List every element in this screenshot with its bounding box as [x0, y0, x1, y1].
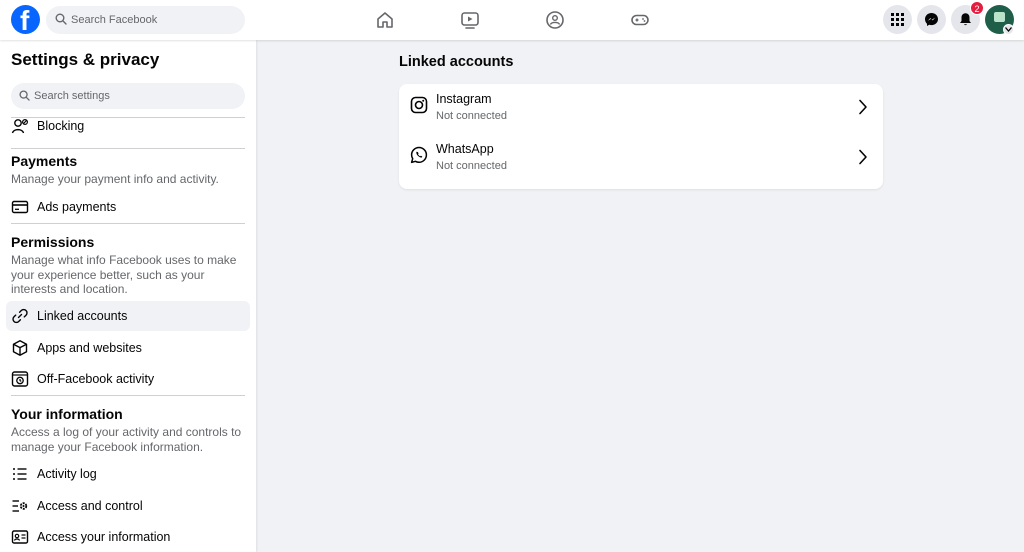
- sidebar-item-label: Blocking: [37, 119, 85, 133]
- linked-accounts-card: Instagram Not connected WhatsApp Not con…: [399, 84, 883, 189]
- sidebar-item-label: Linked accounts: [37, 309, 128, 323]
- sidebar-item-activity-log[interactable]: Activity log: [6, 459, 250, 489]
- gaming-icon[interactable]: [629, 9, 651, 31]
- history-icon: [11, 371, 29, 387]
- sidebar-item-label: Apps and websites: [37, 341, 142, 355]
- payments-section-title: Payments: [11, 153, 78, 169]
- settings-list-icon: [12, 500, 28, 512]
- whatsapp-icon: [410, 146, 428, 164]
- top-navigation-bar: f 2: [0, 0, 1024, 40]
- sidebar-item-ads-payments[interactable]: Ads payments: [6, 192, 250, 222]
- sidebar-item-label: Off-Facebook activity: [37, 372, 155, 386]
- search-facebook-box[interactable]: [46, 6, 245, 34]
- list-icon: [13, 468, 27, 480]
- notifications-icon: [960, 13, 971, 26]
- account-name: WhatsApp: [436, 142, 494, 156]
- avatar-image: [994, 12, 1005, 22]
- account-status: Not connected: [436, 160, 507, 172]
- chevron-down-icon: [1005, 27, 1012, 32]
- your-information-section-description: Access a log of your activity and contro…: [11, 425, 242, 454]
- notification-count-badge: 2: [970, 1, 984, 15]
- home-icon[interactable]: [374, 9, 396, 31]
- payments-section-description: Manage your payment info and activity.: [11, 172, 219, 186]
- cube-icon: [12, 340, 28, 356]
- sidebar-item-access-your-information[interactable]: Access your information: [6, 522, 250, 552]
- sidebar-item-label: Activity log: [37, 467, 97, 481]
- blocking-icon: [11, 118, 29, 134]
- chevron-right-icon: [859, 99, 867, 115]
- sidebar-item-blocking[interactable]: Blocking: [6, 111, 250, 141]
- sidebar-item-label: Access your information: [37, 530, 171, 544]
- sidebar-item-label: Ads payments: [37, 200, 117, 214]
- account-name: Instagram: [436, 92, 492, 106]
- facebook-logo[interactable]: f: [11, 5, 40, 36]
- sidebar-item-apps-and-websites[interactable]: Apps and websites: [6, 333, 250, 363]
- linked-account-row-whatsapp[interactable]: WhatsApp Not connected: [399, 136, 883, 182]
- menu-grid-icon: [891, 13, 904, 26]
- messenger-icon: [925, 13, 938, 26]
- permissions-section-description: Manage what info Facebook uses to make y…: [11, 253, 237, 296]
- link-icon: [12, 308, 28, 324]
- sidebar-title: Settings & privacy: [11, 50, 160, 69]
- id-card-icon: [11, 530, 29, 544]
- groups-icon[interactable]: [544, 9, 566, 31]
- search-icon: [19, 90, 30, 101]
- settings-sidebar: Settings & privacy Blocking Payments Man…: [0, 40, 256, 552]
- account-status: Not connected: [436, 110, 507, 122]
- divider: [11, 223, 245, 224]
- credit-card-icon: [11, 200, 29, 214]
- sidebar-item-label: Access and control: [37, 499, 143, 513]
- search-facebook-input[interactable]: [71, 6, 239, 34]
- watch-icon[interactable]: [459, 9, 481, 31]
- search-settings-box[interactable]: [11, 83, 245, 109]
- search-settings-input[interactable]: [34, 83, 234, 109]
- sidebar-item-access-and-control[interactable]: Access and control: [6, 491, 250, 521]
- instagram-icon: [410, 96, 428, 114]
- chevron-right-icon: [859, 149, 867, 165]
- divider: [11, 148, 245, 149]
- logo-letter: f: [20, 5, 30, 36]
- account-caret[interactable]: [1003, 24, 1014, 35]
- permissions-section-title: Permissions: [11, 234, 95, 250]
- linked-account-row-instagram[interactable]: Instagram Not connected: [399, 86, 883, 132]
- menu-button[interactable]: [883, 5, 912, 34]
- sidebar-item-off-facebook-activity[interactable]: Off-Facebook activity: [6, 364, 250, 394]
- divider: [11, 395, 245, 396]
- your-information-section-title: Your information: [11, 406, 123, 422]
- search-icon: [55, 13, 67, 25]
- messenger-button[interactable]: [917, 5, 946, 34]
- sidebar-item-linked-accounts[interactable]: Linked accounts: [6, 301, 250, 331]
- page-title: Linked accounts: [399, 54, 514, 70]
